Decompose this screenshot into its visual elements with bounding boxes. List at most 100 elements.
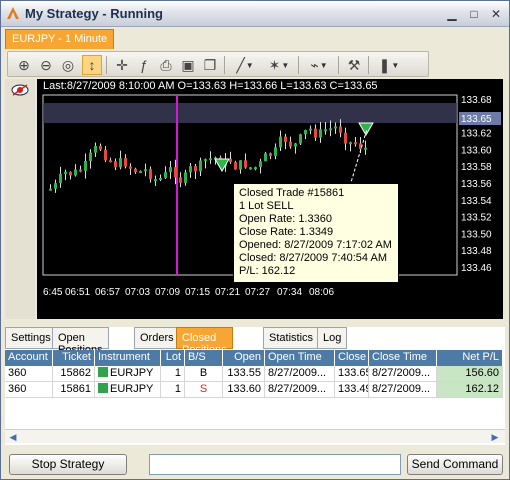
time-axis-label: 06:51 xyxy=(65,287,90,298)
column-header[interactable]: Account xyxy=(5,350,53,366)
window-title: My Strategy - Running xyxy=(25,6,163,21)
column-header[interactable]: Close xyxy=(335,350,369,366)
tab-log[interactable]: Log xyxy=(317,327,348,349)
cell-net-pl: 162.12 xyxy=(437,382,503,398)
line-tool-icon[interactable]: ╱ ▼ xyxy=(230,55,260,75)
candle-body xyxy=(124,158,127,167)
fibonacci-icon[interactable]: ✶ ▼ xyxy=(264,55,294,75)
scroll-right-icon[interactable]: ▶ xyxy=(489,431,501,443)
cell-open: 133.60 xyxy=(223,382,265,398)
autoscale-icon[interactable]: ↕ xyxy=(82,55,102,75)
print-icon[interactable]: ⎙ xyxy=(156,55,176,75)
command-input[interactable] xyxy=(149,454,401,475)
tooltip-line: 1 Lot SELL xyxy=(239,200,294,212)
current-price-label: 133.65 xyxy=(461,114,492,125)
cell-account: 360 xyxy=(5,366,53,382)
candle-body xyxy=(144,169,147,172)
time-axis-label: 07:34 xyxy=(277,287,302,298)
tab-eurjpy-1-minute[interactable]: EURJPY - 1 Minute xyxy=(5,29,115,49)
close-icon[interactable]: ✕ xyxy=(489,8,503,20)
candle-body xyxy=(64,171,67,174)
chart-toolbar: ⊕ ⊖ ◎ ↕ ✛ ƒ ⎙ ▣ ❐ ╱ ▼ ✶ ▼ ⌁ ▼ ⚒ ❚ ▼ xyxy=(7,51,429,77)
column-header[interactable]: Ticket xyxy=(53,350,95,366)
cell-close-time: 8/27/2009... xyxy=(369,366,437,382)
candle-body xyxy=(119,158,122,168)
column-header[interactable]: Instrument xyxy=(95,350,161,366)
candle-body xyxy=(159,177,162,180)
candle-body xyxy=(49,188,52,191)
candle-body xyxy=(339,126,342,133)
trade-tooltip: Closed Trade #15861 1 Lot SELL Open Rate… xyxy=(233,183,399,283)
cell-ticket: 15861 xyxy=(53,382,95,398)
toolbar-separator xyxy=(338,56,339,74)
candle-body xyxy=(324,129,327,132)
send-command-button[interactable]: Send Command xyxy=(407,454,503,475)
cell-lot: 1 xyxy=(161,366,185,382)
tab-closed-positions[interactable]: Closed Positions xyxy=(176,327,233,356)
candle-body xyxy=(59,173,62,184)
candle-body xyxy=(269,153,272,156)
crosshair-icon[interactable]: ✛ xyxy=(112,55,132,75)
cell-open-time: 8/27/2009... xyxy=(265,366,335,382)
toolbar-separator xyxy=(106,56,107,74)
time-axis-label: 06:57 xyxy=(95,287,120,298)
candle-body xyxy=(344,132,347,144)
candle-body xyxy=(94,145,97,153)
tab-statistics[interactable]: Statistics xyxy=(263,327,320,349)
candle-body xyxy=(184,172,187,183)
zoom-out-icon[interactable]: ⊖ xyxy=(36,55,56,75)
tab-settings[interactable]: Settings xyxy=(5,327,57,349)
instrument-label: EURJPY xyxy=(110,383,154,395)
candle-body xyxy=(304,129,307,135)
column-header[interactable]: B/S xyxy=(185,350,223,366)
candle-body xyxy=(114,161,117,168)
price-axis-label: 133.48 xyxy=(461,246,492,257)
visibility-eye-icon[interactable] xyxy=(11,83,29,97)
chart-tabstrip: EURJPY - 1 Minute xyxy=(1,27,509,49)
scroll-left-icon[interactable]: ◀ xyxy=(7,431,19,443)
candle-body xyxy=(244,160,247,168)
fx-instrument-icon xyxy=(98,383,108,393)
candle-body xyxy=(109,160,112,163)
indicator-icon[interactable]: ƒ xyxy=(134,55,154,75)
price-axis-label: 133.54 xyxy=(461,196,492,207)
tooltip-line: Close Rate: 1.3349 xyxy=(239,226,334,238)
cell-close-time: 8/27/2009... xyxy=(369,382,437,398)
column-header[interactable]: Open xyxy=(223,350,265,366)
instrument-label: EURJPY xyxy=(110,367,154,379)
pattern-tool-icon[interactable]: ⌁ ▼ xyxy=(304,55,334,75)
tab-open-positions[interactable]: Open Positions xyxy=(52,327,109,356)
column-header[interactable]: Lot xyxy=(161,350,185,366)
candle-body xyxy=(139,171,142,174)
zoom-in-icon[interactable]: ⊕ xyxy=(14,55,34,75)
candle-body xyxy=(239,160,242,170)
stop-strategy-button[interactable]: Stop Strategy xyxy=(9,454,127,475)
grid-horizontal-scrollbar[interactable]: ◀ ▶ xyxy=(5,429,505,443)
tooltip-line: Closed Trade #15861 xyxy=(239,187,345,199)
candle-body xyxy=(289,141,292,147)
candle-body xyxy=(134,168,137,173)
time-axis-label: 6:45 xyxy=(43,287,63,298)
command-bar: Stop Strategy Send Command xyxy=(1,447,509,479)
candle-body xyxy=(349,142,352,145)
copy-icon[interactable]: ❐ xyxy=(200,55,220,75)
column-header[interactable]: Close Time xyxy=(369,350,437,366)
maximize-icon[interactable]: □ xyxy=(467,8,481,20)
candle-body xyxy=(234,162,237,170)
cell-bs: B xyxy=(185,366,223,382)
minimize-icon[interactable]: ▁ xyxy=(445,8,459,20)
candle-body xyxy=(199,160,202,172)
candle-body xyxy=(309,128,312,131)
time-axis-label: 07:15 xyxy=(185,287,210,298)
price-axis-label: 133.56 xyxy=(461,179,492,190)
tab-orders[interactable]: Orders xyxy=(134,327,180,349)
zoom-fit-icon[interactable]: ◎ xyxy=(58,55,78,75)
save-icon[interactable]: ▣ xyxy=(178,55,198,75)
properties-icon[interactable]: ⚒ xyxy=(344,55,364,75)
chart-type-icon[interactable]: ❚ ▼ xyxy=(374,55,404,75)
column-header[interactable]: Net P/L xyxy=(437,350,503,366)
candle-body xyxy=(154,179,157,182)
column-header[interactable]: Open Time xyxy=(265,350,335,366)
candle-body xyxy=(79,169,82,172)
candle-body xyxy=(174,167,177,178)
